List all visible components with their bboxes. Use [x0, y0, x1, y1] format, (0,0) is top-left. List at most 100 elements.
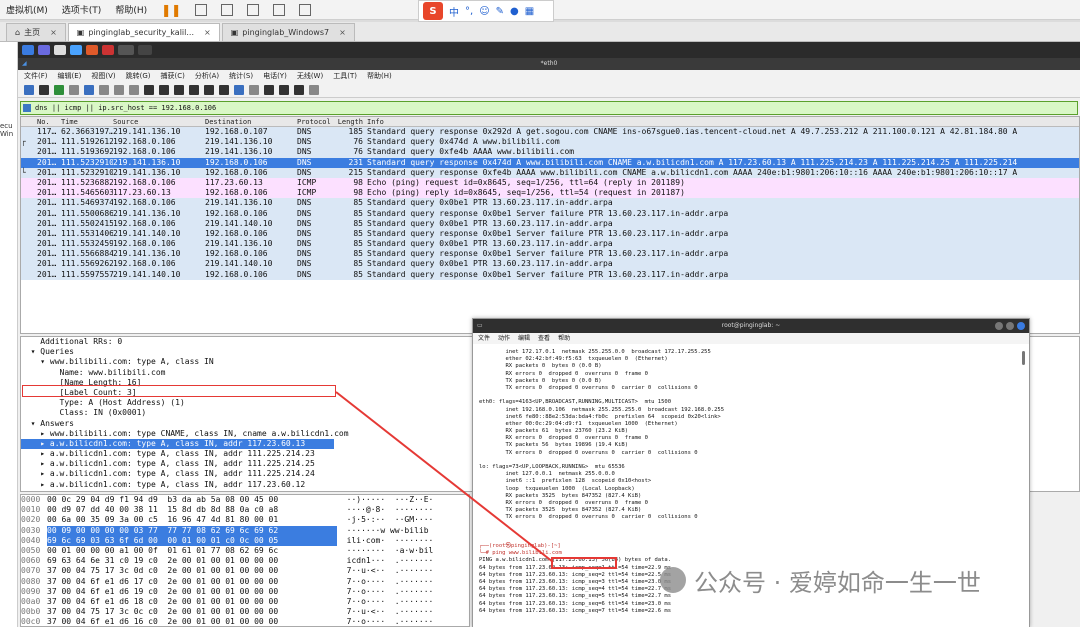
bytes-line[interactable]: 0070 37 00 04 75 17 3c 0d c0 2e 00 01 00 … [21, 566, 469, 576]
minimize-icon[interactable] [995, 322, 1003, 330]
bytes-line[interactable]: 0040 69 6c 69 03 63 6f 6d 00 00 01 00 01 … [21, 535, 469, 546]
packet-row[interactable]: 201… 111.5500686…219.141.136.10 192.168.0.… [21, 208, 1079, 219]
bytes-line[interactable]: 0090 37 00 04 6f e1 d6 19 c0 2e 00 01 00 … [21, 587, 469, 597]
save-file-icon[interactable] [99, 84, 109, 95]
ime-language-icon[interactable]: 中 [449, 4, 459, 19]
packet-row[interactable]: 201… 111.5469374…192.168.0.106 219.141.136… [21, 198, 1079, 209]
close-file-icon[interactable] [114, 84, 124, 95]
menu-item[interactable]: 动作 [498, 333, 510, 344]
forward-icon[interactable] [174, 84, 184, 95]
menu-item[interactable]: 无线(W) [297, 71, 323, 81]
detail-line[interactable]: ▸ a.w.bilicdn1.com: type A, class IN, ad… [21, 438, 334, 450]
packet-row[interactable]: └ 201… 111.5232910…219.141.136.10 192.168.0… [21, 167, 1079, 178]
zoom-out-icon[interactable] [279, 84, 289, 95]
toolbar-icon[interactable] [247, 3, 260, 16]
ime-mic-icon[interactable]: ● [510, 6, 519, 17]
menu-item[interactable]: 电话(Y) [263, 71, 287, 81]
menu-item[interactable]: 文件(F) [24, 71, 48, 81]
go-to-icon[interactable] [189, 84, 199, 95]
menu-item[interactable]: 跳转(G) [126, 71, 151, 81]
bytes-line[interactable]: 00b0 37 00 04 75 17 3c 0c c0 2e 00 01 00 … [21, 607, 469, 617]
packet-row[interactable]: 117… 62.3663197… 219.141.136.10 192.168.0.1… [21, 127, 1079, 138]
packet-row[interactable]: 201… 111.5236882…192.168.0.106 117.23.60.1… [21, 177, 1079, 189]
bytes-line[interactable]: 00a0 37 00 04 6f e1 d6 18 c0 2e 00 01 00 … [21, 597, 469, 607]
bytes-line[interactable]: 0080 37 00 04 6f e1 d6 17 c0 2e 00 01 00 … [21, 577, 469, 587]
open-file-icon[interactable] [84, 84, 94, 95]
autoscroll-icon[interactable] [234, 84, 244, 95]
console-icon[interactable] [299, 3, 312, 16]
toolbar-icon[interactable] [195, 3, 208, 16]
vm-menu-item[interactable]: 选项卡(T) [62, 3, 102, 16]
files-icon[interactable] [54, 45, 66, 55]
display-filter-input[interactable]: dns || icmp || ip.src_host == 192.168.0.… [20, 101, 1078, 115]
restart-capture-icon[interactable] [54, 84, 64, 95]
ime-grid-icon[interactable]: ▦ [525, 6, 534, 17]
packet-row[interactable]: 201… 111.5465603…117.23.60.13 192.168.0.10… [21, 188, 1079, 199]
menu-item[interactable]: 帮助 [558, 333, 570, 344]
fullscreen-icon[interactable] [273, 3, 286, 16]
menu-item[interactable]: 工具(T) [333, 71, 357, 81]
browser-icon[interactable] [86, 45, 98, 55]
colorize-icon[interactable] [249, 84, 259, 95]
toolbar-icon[interactable] [221, 3, 234, 16]
column-header[interactable]: Time [61, 117, 113, 126]
reload-icon[interactable] [129, 84, 139, 95]
menu-item[interactable]: 编辑(E) [58, 71, 82, 81]
menu-item[interactable]: 统计(S) [229, 71, 253, 81]
menu-item[interactable]: 分析(A) [195, 71, 219, 81]
packet-row[interactable]: 201… 111.5193692…192.168.0.106 219.141.136… [21, 147, 1079, 158]
kali-menu-icon[interactable] [22, 45, 34, 55]
vm-menu-item[interactable]: 虚拟机(M) [6, 3, 48, 16]
bytes-line[interactable]: 0000 00 0c 29 04 d9 f1 94 d9 b3 da ab 5a … [21, 495, 469, 505]
close-icon[interactable]: × [339, 28, 346, 37]
terminal-scrollbar[interactable] [1022, 351, 1025, 365]
packet-row[interactable]: ┌ 201… 111.5192612…192.168.0.106 219.141.13… [21, 137, 1079, 148]
maximize-icon[interactable] [1006, 322, 1014, 330]
pause-icon[interactable]: ❚❚ [161, 3, 181, 17]
first-icon[interactable] [204, 84, 214, 95]
back-icon[interactable] [159, 84, 169, 95]
ime-emoji-icon[interactable]: ☺ [479, 6, 489, 17]
menu-item[interactable]: 文件 [478, 333, 490, 344]
column-header[interactable]: No. [37, 117, 61, 126]
close-icon[interactable] [1017, 322, 1025, 330]
stop-capture-icon[interactable] [39, 84, 49, 95]
close-icon[interactable]: × [50, 28, 57, 37]
column-header[interactable]: Destination [205, 117, 297, 126]
terminal-icon[interactable] [138, 45, 152, 55]
menu-item[interactable]: 查看 [538, 333, 550, 344]
menu-item[interactable]: 捕获(C) [161, 71, 185, 81]
zoom-reset-icon[interactable] [294, 84, 304, 95]
bytes-line[interactable]: 0010 00 d9 07 dd 40 00 38 11 15 8d db 8d … [21, 505, 469, 515]
vm-menu-item[interactable]: 帮助(H) [115, 3, 147, 16]
packet-row[interactable]: 201… 111.5566884…219.141.136.10 192.168.0.… [21, 249, 1079, 260]
bytes-line[interactable]: 0050 00 01 00 00 00 a1 00 0f 01 61 01 77 … [21, 546, 469, 556]
column-header[interactable]: Length [331, 117, 367, 126]
menu-item[interactable]: 编辑 [518, 333, 530, 344]
close-icon[interactable]: × [204, 28, 211, 37]
options-icon[interactable] [69, 84, 79, 95]
bytes-line[interactable]: 0060 69 63 64 6e 31 c0 19 c0 2e 00 01 00 … [21, 556, 469, 566]
zoom-in-icon[interactable] [264, 84, 274, 95]
packet-row[interactable]: 201… 111.5232910…219.141.136.10 192.168.0.… [21, 157, 1079, 168]
bookmark-icon[interactable] [23, 104, 31, 112]
packet-row[interactable]: 201… 111.5532459…192.168.0.106 219.141.136… [21, 239, 1079, 250]
ime-pen-icon[interactable]: ✎ [496, 6, 504, 17]
menu-item[interactable]: 视图(V) [91, 71, 115, 81]
menu-item[interactable]: 帮助(H) [367, 71, 392, 81]
tab-kali[interactable]: ▣ pinginglab_security_kalil... × [67, 23, 220, 41]
packet-row[interactable]: 201… 111.5569262…192.168.0.106 219.141.140… [21, 259, 1079, 270]
packet-row[interactable]: 201… 111.5531406…219.141.140.10 192.168.0.… [21, 228, 1079, 240]
resize-columns-icon[interactable] [309, 84, 319, 95]
column-header[interactable]: Source [113, 117, 205, 126]
folder-icon[interactable] [70, 45, 82, 55]
packet-row[interactable]: 201… 111.5502415…192.168.0.106 219.141.140… [21, 218, 1079, 229]
tab-windows7[interactable]: ▣ pinginglab_Windows7 × [221, 23, 355, 41]
packet-row[interactable]: 201… 111.5597557…219.141.140.10 192.168.0.… [21, 269, 1079, 280]
dropdown-icon[interactable] [118, 45, 134, 55]
start-capture-icon[interactable] [24, 84, 34, 95]
bytes-line[interactable]: 00c0 37 00 04 6f e1 d6 16 c0 2e 00 01 00 … [21, 617, 469, 626]
search-icon[interactable] [144, 84, 154, 95]
ime-punctuation-icon[interactable]: °, [465, 6, 473, 17]
column-header[interactable]: Protocol [297, 117, 331, 126]
